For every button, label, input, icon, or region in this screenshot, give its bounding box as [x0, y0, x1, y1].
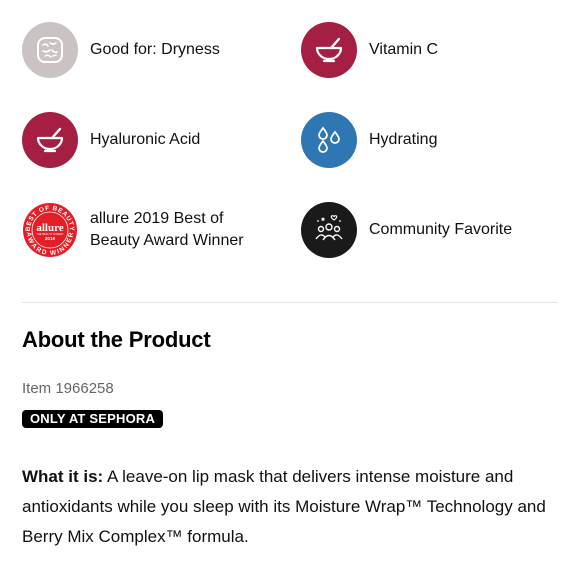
exclusive-badge: ONLY AT SEPHORA	[22, 410, 164, 428]
dry-skin-icon	[22, 22, 78, 78]
highlight-dryness: Good for: Dryness	[22, 22, 220, 78]
community-icon	[301, 202, 357, 258]
mortar-bowl-icon	[301, 22, 357, 78]
product-highlights: Good for: Dryness Vitamin C Hyaluronic A…	[0, 0, 580, 270]
item-number: Item 1966258	[22, 380, 114, 397]
highlight-vitamin-c: Vitamin C	[301, 22, 438, 78]
allure-award-seal: BEST OF BEAUTY AWARD WINNER allure THE B…	[22, 202, 78, 258]
mortar-bowl-icon	[22, 112, 78, 168]
highlight-label: allure 2019 Best of Beauty Award Winner	[90, 210, 244, 249]
water-drops-icon	[301, 112, 357, 168]
highlight-label: Community Favorite	[369, 221, 513, 238]
highlight-allure-award: BEST OF BEAUTY AWARD WINNER allure THE B…	[22, 202, 260, 258]
highlight-hydrating: Hydrating	[301, 112, 437, 168]
highlight-label: Hyaluronic Acid	[90, 131, 201, 148]
section-divider	[22, 302, 558, 303]
highlight-label: Hydrating	[369, 131, 438, 148]
allure-seal-year: 2019	[45, 236, 56, 241]
about-title: About the Product	[22, 327, 211, 352]
highlight-hyaluronic-acid: Hyaluronic Acid	[22, 112, 200, 168]
highlight-label: Good for: Dryness	[90, 41, 220, 58]
product-description: What it is: A leave-on lip mask that del…	[22, 462, 567, 552]
what-it-is-label: What it is:	[22, 467, 104, 486]
highlight-label: Vitamin C	[369, 41, 439, 58]
highlight-community-favorite: Community Favorite	[301, 202, 512, 258]
